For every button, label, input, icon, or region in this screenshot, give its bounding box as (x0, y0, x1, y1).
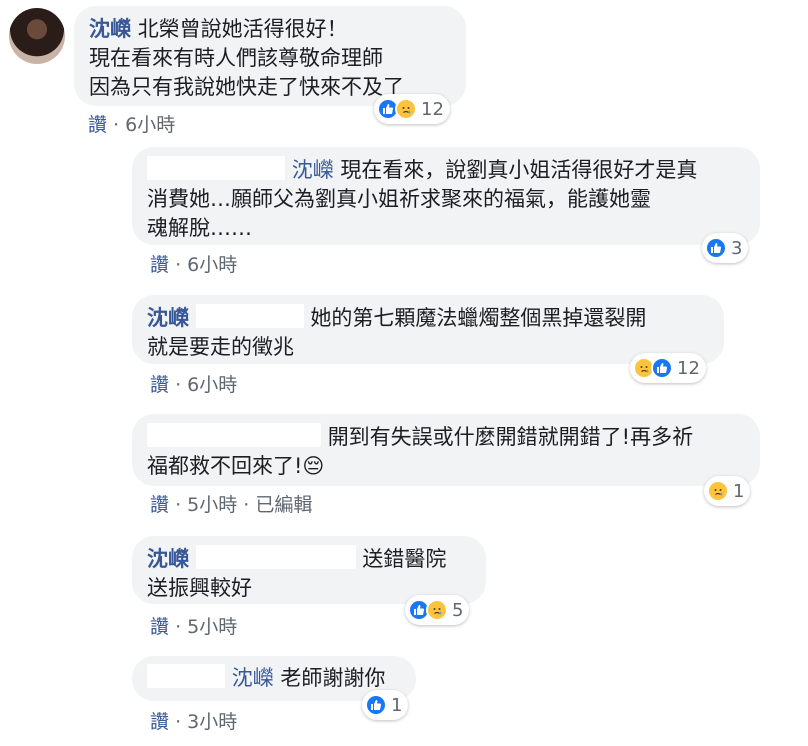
mentioned-user[interactable]: 沈嶸 (232, 666, 274, 690)
edited-label[interactable]: 已編輯 (255, 494, 312, 516)
reaction-summary[interactable]: 12 (374, 94, 450, 124)
comment-line: 送錯醫院 (362, 547, 447, 571)
comment-line: 開到有失誤或什麼開錯就開錯了!再多祈 (327, 425, 694, 449)
reaction-count: 12 (421, 98, 444, 120)
reaction-summary[interactable]: 1 (362, 690, 409, 720)
redacted-name (147, 664, 225, 688)
reply-bubble: 沈嶸 送錯醫院 送振興較好 (132, 536, 486, 604)
reaction-count: 3 (731, 237, 743, 259)
like-reaction-icon (651, 357, 673, 379)
reaction-summary[interactable]: 3 (702, 233, 749, 263)
reaction-count: 1 (391, 694, 403, 716)
like-reaction-icon (365, 694, 387, 716)
comment-author[interactable]: 沈嶸 (147, 547, 189, 571)
comment-line: 北榮曾說她活得很好！ (137, 17, 348, 41)
timestamp[interactable]: 6小時 (125, 114, 175, 136)
reply-bubble: 沈嶸 現在看來，說劉真小姐活得很好才是真 消費她…願師父為劉真小姐祈求聚來的福氣… (132, 147, 760, 245)
reaction-count: 1 (733, 480, 745, 502)
like-reaction-icon (705, 237, 727, 259)
separator: · (175, 254, 182, 276)
like-button[interactable]: 讚 (150, 616, 169, 638)
timestamp[interactable]: 5小時 (187, 616, 237, 638)
reaction-summary[interactable]: 12 (630, 353, 706, 383)
comment-line: 老師謝謝你 (280, 666, 386, 690)
like-button[interactable]: 讚 (88, 114, 107, 136)
comment-line: 現在看來有時人們該尊敬命理師 (89, 46, 383, 70)
redacted-name (147, 156, 285, 180)
comment-line: 福都救不回來了!😔 (147, 454, 325, 478)
comment-actions: 讚 · 6小時 (150, 370, 237, 397)
reaction-count: 5 (452, 599, 464, 621)
reaction-summary[interactable]: 5 (405, 595, 470, 625)
comment-line: 魂解脫…… (147, 216, 252, 240)
comment-actions: 讚 · 3小時 (150, 707, 237, 734)
comment-text: 沈嶸 現在看來，說劉真小姐活得很好才是真 (147, 156, 743, 185)
separator: · (175, 494, 182, 516)
reaction-count: 12 (677, 357, 700, 379)
pensive-emoji: 😔 (302, 454, 325, 478)
sad-reaction-icon (426, 599, 448, 621)
comment-text: 沈嶸 她的第七顆魔法蠟燭整個黑掉還裂開 (147, 304, 707, 333)
like-button[interactable]: 讚 (150, 494, 169, 516)
comment-line: 消費她…願師父為劉真小姐祈求聚來的福氣，能護她靈 (147, 187, 651, 211)
redacted-name (195, 304, 304, 328)
redacted-name (147, 423, 321, 447)
comment-author[interactable]: 沈嶸 (147, 306, 189, 330)
reaction-summary[interactable]: 1 (704, 476, 751, 506)
like-button[interactable]: 讚 (150, 711, 169, 733)
comment-actions: 讚 · 5小時 · 已編輯 (150, 490, 312, 517)
separator: · (175, 616, 182, 638)
separator: · (175, 374, 182, 396)
comment-text: 沈嶸 老師謝謝你 (147, 664, 399, 693)
comment-text: 開到有失誤或什麼開錯就開錯了!再多祈 (147, 423, 743, 452)
comment-author[interactable]: 沈嶸 (89, 17, 131, 41)
comment-line: 就是要走的徵兆 (147, 335, 294, 359)
comment-actions: 讚 · 6小時 (150, 250, 237, 277)
comment-actions: 讚 · 5小時 (150, 612, 237, 639)
sad-reaction-icon (395, 98, 417, 120)
separator: · (243, 494, 250, 516)
avatar[interactable] (9, 8, 65, 64)
separator: · (175, 711, 182, 733)
mentioned-user[interactable]: 沈嶸 (292, 158, 334, 182)
separator: · (113, 114, 120, 136)
redacted-name (195, 545, 356, 569)
reply-bubble: 開到有失誤或什麼開錯就開錯了!再多祈 福都救不回來了!😔 (132, 414, 760, 486)
comment-actions: 讚 · 6小時 (88, 110, 175, 137)
timestamp[interactable]: 6小時 (187, 374, 237, 396)
like-button[interactable]: 讚 (150, 374, 169, 396)
sad-reaction-icon (707, 480, 729, 502)
timestamp[interactable]: 6小時 (187, 254, 237, 276)
timestamp[interactable]: 3小時 (187, 711, 237, 733)
like-button[interactable]: 讚 (150, 254, 169, 276)
comment-text: 沈嶸 送錯醫院 (147, 545, 469, 574)
comment-line: 她的第七顆魔法蠟燭整個黑掉還裂開 (310, 306, 647, 330)
reply-bubble: 沈嶸 她的第七顆魔法蠟燭整個黑掉還裂開 就是要走的徵兆 (132, 295, 724, 364)
comment-line: 現在看來，說劉真小姐活得很好才是真 (340, 158, 698, 182)
comment-text: 沈嶸 北榮曾說她活得很好！ (89, 15, 449, 44)
comment-bubble: 沈嶸 北榮曾說她活得很好！ 現在看來有時人們該尊敬命理師 因為只有我說她快走了快… (74, 6, 466, 106)
timestamp[interactable]: 5小時 (187, 494, 237, 516)
